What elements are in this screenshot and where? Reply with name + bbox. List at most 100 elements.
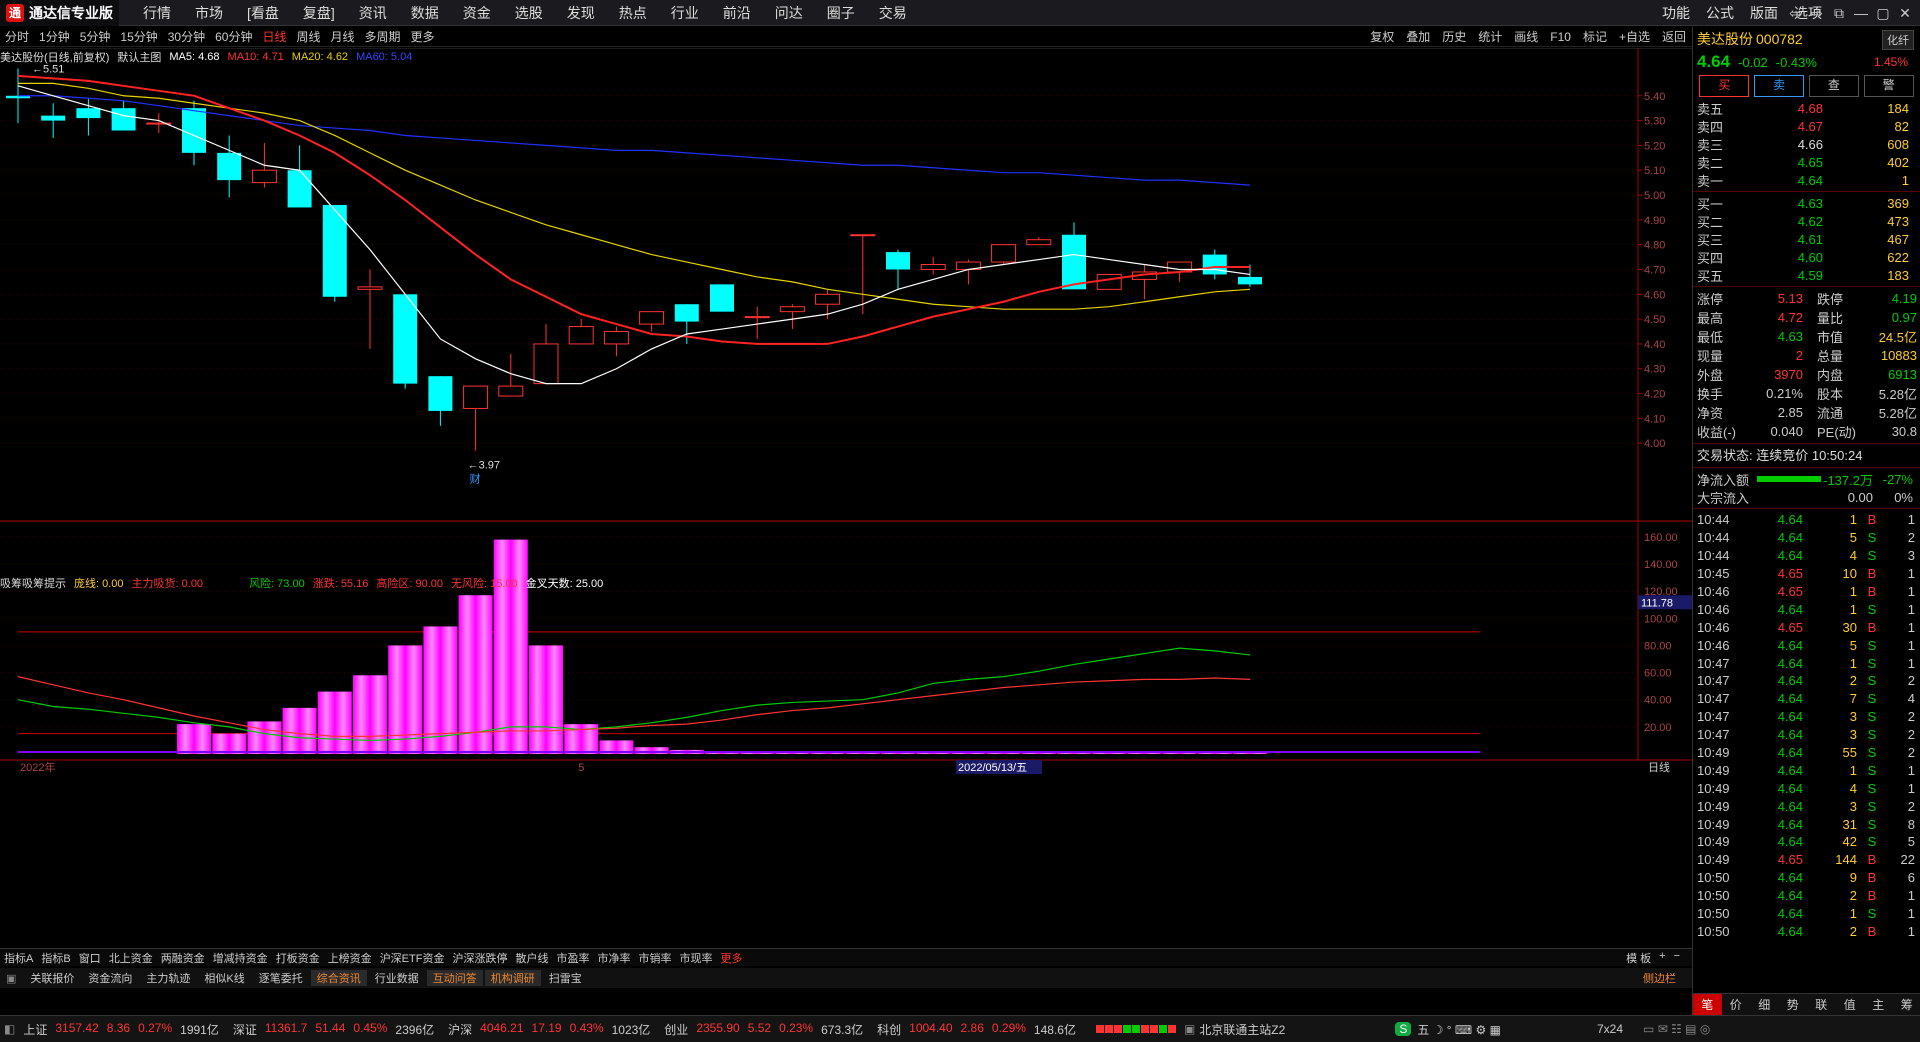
index-2[interactable]: 沪深 4046.21 17.19 0.43% 1023亿 (444, 1021, 654, 1038)
sell-price[interactable]: 4.64 (1759, 173, 1823, 188)
status-right-icons[interactable]: ▭ ✉ ☷ ▤ ◎ (1643, 1022, 1710, 1036)
window-control-icon-5[interactable]: ✕ (1894, 0, 1916, 26)
indicator-tab-2[interactable]: 窗口 (75, 950, 105, 966)
tool-1[interactable]: 叠加 (1400, 27, 1436, 47)
period-tab-10[interactable]: 更多 (406, 28, 440, 45)
server-name[interactable]: 北京联通主站Z2 (1199, 1021, 1285, 1038)
tick-list[interactable]: 10:44 4.64 1 B 1 10:44 4.64 5 S 2 10:44 4.64 4 S 3 10:4… (1693, 511, 1920, 940)
info-tab-3[interactable]: 相似K线 (198, 970, 250, 986)
period-tab-9[interactable]: 多周期 (360, 28, 406, 45)
sell-price[interactable]: 4.66 (1759, 137, 1823, 152)
app-logo[interactable]: 通 通达信专业版 (0, 0, 119, 26)
window-control-icon-3[interactable]: — (1850, 0, 1872, 26)
indicator-tab-15[interactable]: 更多 (716, 950, 746, 966)
panel-tab-4[interactable]: 联 (1807, 994, 1836, 1015)
period-tab-4[interactable]: 30分钟 (163, 28, 210, 45)
menu-item-10[interactable]: 行业 (659, 0, 711, 26)
menu-item-12[interactable]: 问达 (763, 0, 815, 26)
index-4[interactable]: 科创 1004.40 2.86 0.29% 148.6亿 (873, 1021, 1080, 1038)
period-tab-3[interactable]: 15分钟 (115, 28, 162, 45)
indicator-tab-6[interactable]: 打板资金 (272, 950, 324, 966)
indicator-tab-12[interactable]: 市净率 (593, 950, 634, 966)
indicator-tab-11[interactable]: 市盈率 (552, 950, 593, 966)
theme-label[interactable]: 默认主图 (117, 49, 161, 65)
indicator-tab-4[interactable]: 两融资金 (157, 950, 209, 966)
kline-chart[interactable]: ↑ 5.40 5.30 5.20 5.10 5.00 4.90 4.80 4.70 4.60 4.… (0, 48, 1692, 948)
sell-price[interactable]: 4.67 (1759, 119, 1823, 134)
tool-2[interactable]: 历史 (1436, 27, 1472, 47)
buy-price[interactable]: 4.59 (1759, 268, 1823, 283)
panel-tab-5[interactable]: 值 (1836, 994, 1865, 1015)
menu-item-0[interactable]: 行情 (131, 0, 183, 26)
tool-8[interactable]: 返回 (1656, 27, 1692, 47)
indicator-tab-10[interactable]: 散户线 (511, 950, 552, 966)
right-menu-item-1[interactable]: 公式 (1698, 0, 1742, 26)
menu-item-7[interactable]: 选股 (503, 0, 555, 26)
period-tab-8[interactable]: 月线 (326, 28, 360, 45)
right-menu-item-2[interactable]: 版面 (1742, 0, 1786, 26)
menu-item-3[interactable]: 复盘] (291, 0, 347, 26)
menu-item-9[interactable]: 热点 (607, 0, 659, 26)
buy-price[interactable]: 4.63 (1759, 196, 1823, 211)
sidebar-toggle[interactable]: 侧边栏 (1637, 970, 1682, 986)
window-control-icon-2[interactable]: ⧉ (1828, 0, 1850, 26)
menu-item-8[interactable]: 发现 (555, 0, 607, 26)
info-tab-6[interactable]: 行业数据 (369, 970, 425, 986)
industry-button[interactable]: 化纤 (1882, 30, 1914, 50)
indicator-name[interactable]: 吸筹吸筹提示 (0, 575, 66, 591)
clock-label[interactable]: 7x24 (1597, 1022, 1623, 1036)
info-tab-9[interactable]: 扫雷宝 (543, 970, 588, 986)
buy-price[interactable]: 4.61 (1759, 232, 1823, 247)
tool-3[interactable]: 统计 (1472, 27, 1508, 47)
tdx-logo-icon[interactable]: S (1395, 1022, 1412, 1036)
index-3[interactable]: 创业 2355.90 5.52 0.23% 673.3亿 (660, 1021, 867, 1038)
info-tab-1[interactable]: 资金流向 (82, 970, 138, 986)
period-tab-5[interactable]: 60分钟 (210, 28, 257, 45)
trade-button-3[interactable]: 警 (1863, 75, 1914, 97)
panel-tab-6[interactable]: 主 (1864, 994, 1893, 1015)
info-tab-2[interactable]: 主力轨迹 (140, 970, 196, 986)
indicator-tab-7[interactable]: 上榜资金 (324, 950, 376, 966)
right-menu-item-0[interactable]: 功能 (1654, 0, 1698, 26)
sell-price[interactable]: 4.68 (1759, 101, 1823, 116)
period-tab-2[interactable]: 5分钟 (75, 28, 116, 45)
trade-button-1[interactable]: 卖 (1754, 75, 1805, 97)
template-control-0[interactable]: 模 板 (1622, 950, 1655, 966)
period-tab-0[interactable]: 分时 (0, 28, 34, 45)
tray-icons[interactable]: 五 ☽ ° ⌨ ⚙ ▦ (1417, 1021, 1501, 1038)
indicator-tab-3[interactable]: 北上资金 (105, 950, 157, 966)
index-0[interactable]: 上证 3157.42 8.36 0.27% 1991亿 (19, 1021, 223, 1038)
indicator-tab-9[interactable]: 沪深涨跌停 (448, 950, 511, 966)
index-1[interactable]: 深证 11361.7 51.44 0.45% 2396亿 (229, 1021, 438, 1038)
template-control-1[interactable]: + (1655, 950, 1669, 966)
indicator-tab-14[interactable]: 市现率 (675, 950, 716, 966)
info-tab-7[interactable]: 互动问答 (426, 970, 483, 986)
expand-icon[interactable]: ▣ (0, 972, 22, 985)
menu-item-1[interactable]: 市场 (183, 0, 235, 26)
period-tab-7[interactable]: 周线 (291, 28, 325, 45)
info-tab-0[interactable]: 关联报价 (24, 970, 80, 986)
buy-price[interactable]: 4.60 (1759, 250, 1823, 265)
info-tab-4[interactable]: 逐笔委托 (253, 970, 309, 986)
buy-price[interactable]: 4.62 (1759, 214, 1823, 229)
tool-4[interactable]: 画线 (1508, 27, 1544, 47)
indicator-tab-8[interactable]: 沪深ETF资金 (376, 950, 449, 966)
window-control-icon-1[interactable]: ⇨ (1806, 0, 1828, 26)
info-tab-8[interactable]: 机构调研 (484, 970, 541, 986)
menu-item-5[interactable]: 数据 (399, 0, 451, 26)
info-tab-5[interactable]: 综合资讯 (310, 970, 367, 986)
period-tab-1[interactable]: 1分钟 (34, 28, 75, 45)
menu-item-2[interactable]: [看盘 (235, 0, 291, 26)
period-tab-6[interactable]: 日线 (257, 28, 291, 45)
tool-6[interactable]: 标记 (1577, 27, 1613, 47)
panel-tab-7[interactable]: 筹 (1893, 994, 1920, 1015)
menu-item-14[interactable]: 交易 (867, 0, 919, 26)
trade-button-0[interactable]: 买 (1699, 75, 1750, 97)
template-control-2[interactable]: − (1670, 950, 1684, 966)
indicator-tab-5[interactable]: 增减持资金 (209, 950, 272, 966)
window-control-icon-4[interactable]: ▢ (1872, 0, 1894, 26)
trade-button-2[interactable]: 查 (1808, 75, 1859, 97)
panel-tab-1[interactable]: 价 (1722, 994, 1751, 1015)
menu-item-6[interactable]: 资金 (451, 0, 503, 26)
menu-item-11[interactable]: 前沿 (711, 0, 763, 26)
